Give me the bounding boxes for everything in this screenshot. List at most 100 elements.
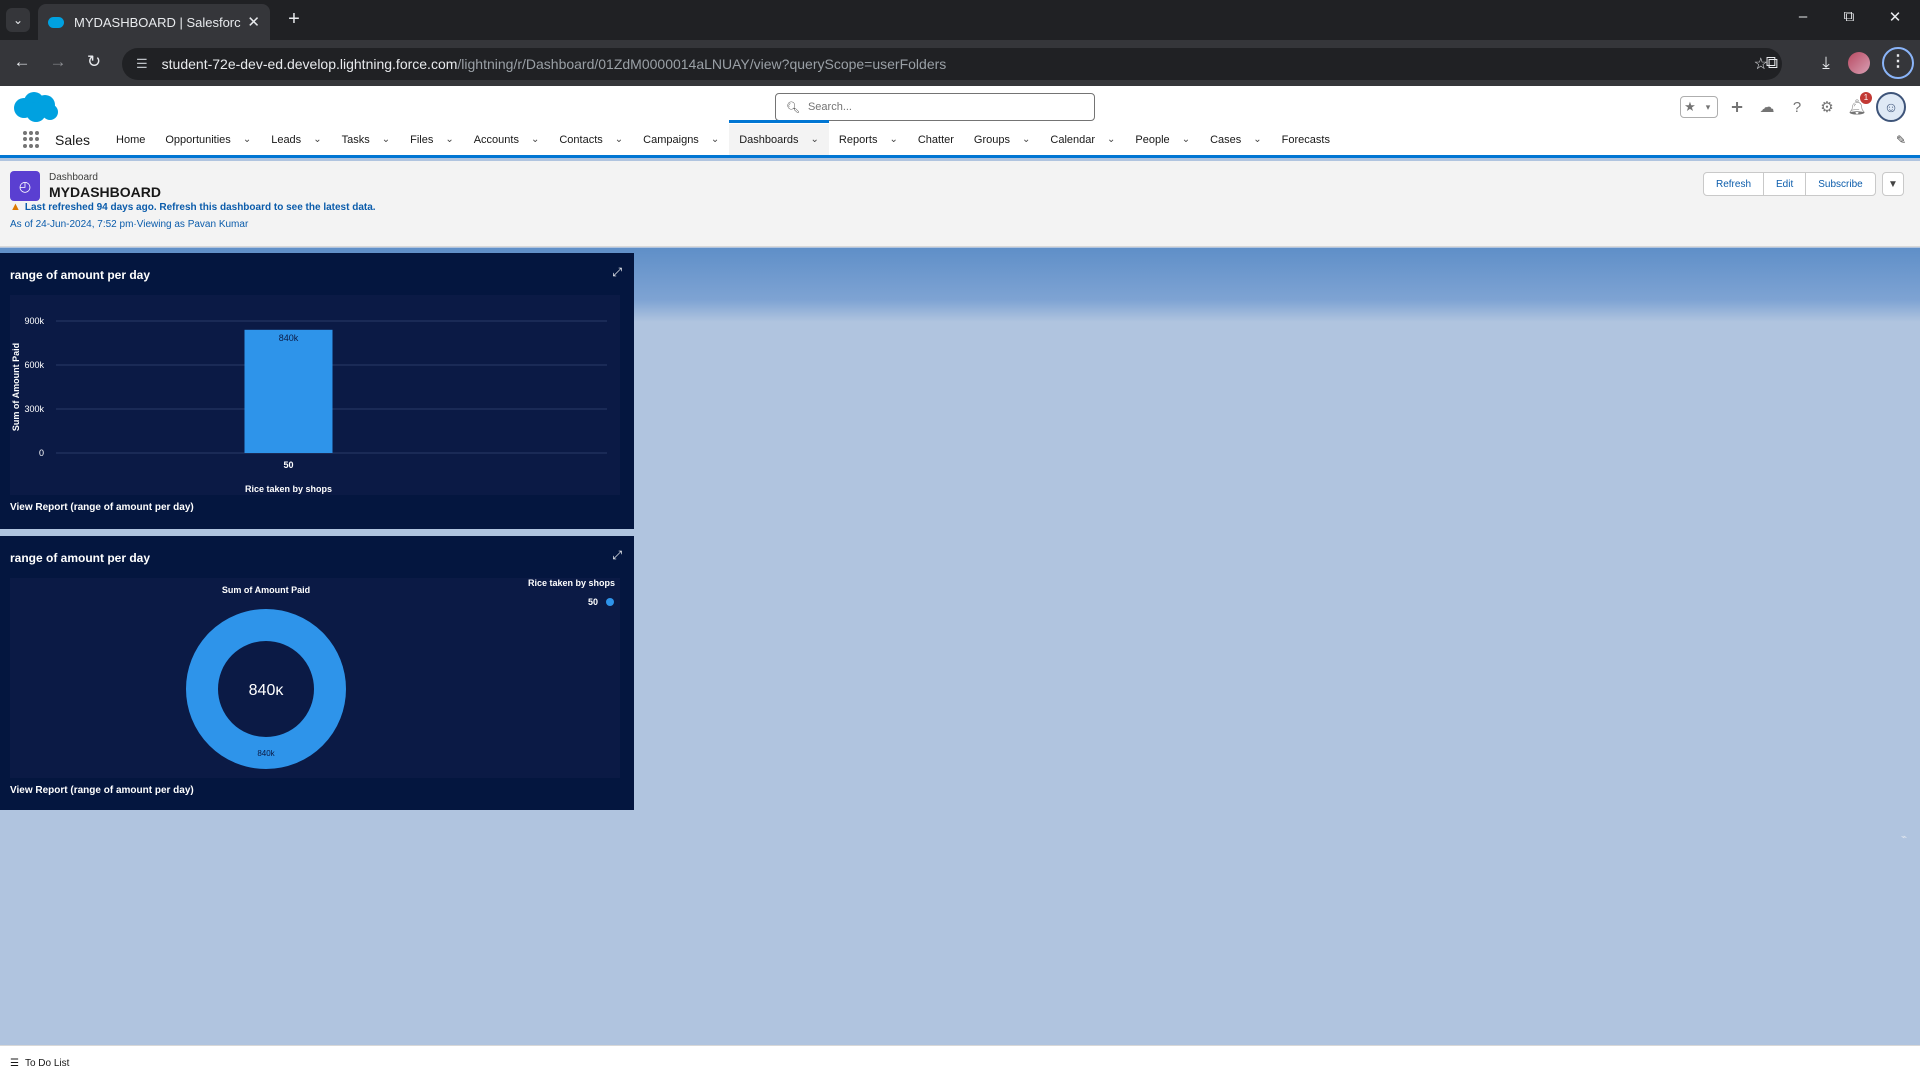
browser-tab-active[interactable]: MYDASHBOARD | Salesforce ✕ <box>38 4 270 40</box>
legend-marker <box>606 598 614 606</box>
browser-menu-button[interactable]: ⋮ <box>1882 47 1914 79</box>
dashboard-widget-bar: range of amount per day ⤢ 0 300k 600k 900k 8… <box>0 253 634 529</box>
view-report-link[interactable]: View Report (range of amount per day) <box>10 785 194 796</box>
nav-item-campaigns[interactable]: Campaigns ⌄ <box>633 124 729 155</box>
donut-chart[interactable]: Sum of Amount Paid 840k 840κ Rice taken by … <box>10 578 620 778</box>
chevron-down-icon[interactable]: ⌄ <box>1022 134 1030 145</box>
nav-item-label: Groups <box>973 133 1010 146</box>
address-bar[interactable]: ☰ student-72e-dev-ed.develop.lightning.f… <box>122 48 1782 80</box>
nav-item-cases[interactable]: Cases ⌄ <box>1200 124 1272 155</box>
chevron-down-icon[interactable]: ⌄ <box>243 134 251 145</box>
global-actions-add-icon[interactable]: ➕︎ <box>1726 99 1748 116</box>
close-window-button[interactable]: ✕ <box>1880 8 1910 26</box>
new-tab-button[interactable]: + <box>282 8 306 32</box>
notifications-bell-icon[interactable]: 🔔︎ 1 <box>1846 92 1872 116</box>
nav-item-contacts[interactable]: Contacts ⌄ <box>549 124 633 155</box>
nav-item-dashboards[interactable]: Dashboards ⌄ <box>729 120 829 155</box>
donut-center-label: 840κ <box>249 682 285 699</box>
restore-window-button[interactable]: ⧉ <box>1834 8 1864 25</box>
nav-item-files[interactable]: Files ⌄ <box>400 124 464 155</box>
minimize-window-button[interactable]: – <box>1788 8 1818 25</box>
nav-item-label: Chatter <box>917 133 954 146</box>
nav-item-label: Calendar <box>1050 133 1096 146</box>
nav-item-home[interactable]: Home <box>106 124 155 155</box>
nav-item-opportunities[interactable]: Opportunities ⌄ <box>155 124 261 155</box>
chevron-down-icon[interactable]: ⌄ <box>889 134 897 145</box>
help-icon[interactable]: ? <box>1786 99 1808 116</box>
nav-items: Home Opportunities ⌄ Leads ⌄ Tasks ⌄ Files ⌄ Acco… <box>106 120 1340 155</box>
trailhead-guide-icon[interactable]: ☁ <box>1756 98 1778 116</box>
nav-item-tasks[interactable]: Tasks ⌄ <box>332 124 401 155</box>
nav-item-label: Forecasts <box>1281 133 1330 146</box>
nav-item-leads[interactable]: Leads ⌄ <box>261 124 331 155</box>
favorites-star-icon[interactable]: ★ <box>1681 97 1699 117</box>
global-search-input[interactable]: 🔍︎ Search... <box>775 93 1095 121</box>
site-info-icon[interactable]: ☰ <box>136 56 148 72</box>
object-type-label: Dashboard <box>49 172 98 183</box>
nav-item-label: Opportunities <box>165 133 231 146</box>
extensions-icon[interactable]: ⧉ <box>1759 51 1785 77</box>
dashboard-widget-donut: range of amount per day ⤢ Sum of Amount … <box>0 536 634 810</box>
nav-item-reports[interactable]: Reports ⌄ <box>829 124 908 155</box>
bar-chart-area[interactable]: 0 300k 600k 900k 840k 50 Rice taken by shops Su… <box>10 295 620 495</box>
back-button[interactable]: ← <box>10 52 34 72</box>
side-panel-handle-icon[interactable]: ⌁ <box>1894 832 1914 850</box>
chevron-down-icon[interactable]: ⌄ <box>1107 134 1115 145</box>
slice-data-label: 840k <box>257 749 275 758</box>
chevron-down-icon[interactable]: ⌄ <box>1253 134 1261 145</box>
nav-item-label: People <box>1135 133 1170 146</box>
donut-chart-area[interactable]: Sum of Amount Paid 840k 840κ Rice taken by … <box>10 578 620 778</box>
chevron-down-icon[interactable]: ⌄ <box>1182 134 1190 145</box>
chevron-down-icon[interactable]: ⌄ <box>615 134 623 145</box>
favorites-button[interactable]: ★ ▾ <box>1680 96 1718 118</box>
search-icon: 🔍︎ <box>786 101 800 114</box>
nav-item-forecasts[interactable]: Forecasts <box>1272 124 1340 155</box>
browser-tabstrip: ⌄ MYDASHBOARD | Salesforce ✕ + – ⧉ ✕ <box>0 0 1920 40</box>
refresh-button[interactable]: Refresh <box>1703 172 1765 196</box>
chevron-down-icon[interactable]: ⌄ <box>811 134 819 145</box>
app-navigation-bar: Sales Home Opportunities ⌄ Leads ⌄ Tasks ⌄ File… <box>0 120 1920 158</box>
legend-title: Rice taken by shops <box>528 578 615 588</box>
nav-item-label: Files <box>410 133 434 146</box>
tab-close-icon[interactable]: ✕ <box>247 13 260 31</box>
subscribe-button[interactable]: Subscribe <box>1805 172 1876 196</box>
forward-button[interactable]: → <box>46 52 70 72</box>
chevron-down-icon[interactable]: ⌄ <box>313 134 321 145</box>
favorites-chevron-down-icon[interactable]: ▾ <box>1699 97 1717 117</box>
chevron-down-icon[interactable]: ⌄ <box>531 134 539 145</box>
tab-title: MYDASHBOARD | Salesforce <box>74 14 242 30</box>
widget-title: range of amount per day <box>10 268 151 282</box>
expand-widget-icon[interactable]: ⤢ <box>612 548 622 563</box>
reload-button[interactable]: ↻ <box>82 52 106 72</box>
x-tick-label: 50 <box>283 460 293 470</box>
expand-widget-icon[interactable]: ⤢ <box>612 265 622 280</box>
nav-item-accounts[interactable]: Accounts ⌄ <box>464 124 550 155</box>
header-utility-icons: ★ ▾ ➕︎ ☁ ? ⚙ 🔔︎ 1 ☺ <box>1680 92 1906 122</box>
setup-gear-icon[interactable]: ⚙ <box>1816 98 1838 116</box>
chart-title: Sum of Amount Paid <box>222 585 310 595</box>
nav-item-calendar[interactable]: Calendar ⌄ <box>1040 124 1125 155</box>
app-launcher-icon[interactable] <box>23 130 41 149</box>
nav-item-groups[interactable]: Groups ⌄ <box>964 124 1040 155</box>
profile-avatar[interactable] <box>1848 52 1870 74</box>
nav-item-people[interactable]: People ⌄ <box>1125 124 1200 155</box>
user-avatar[interactable]: ☺ <box>1876 92 1906 122</box>
more-actions-chevron-down-icon[interactable]: ▼ <box>1882 172 1904 196</box>
nav-item-chatter[interactable]: Chatter <box>908 124 964 155</box>
page-title: MYDASHBOARD <box>49 184 161 200</box>
downloads-icon[interactable]: ⤓ <box>1813 51 1839 77</box>
view-report-link[interactable]: View Report (range of amount per day) <box>10 502 194 513</box>
salesforce-cloud-logo[interactable] <box>10 90 60 124</box>
todo-list-button[interactable]: To Do List <box>25 1058 69 1069</box>
bar-chart[interactable]: 0 300k 600k 900k 840k 50 Rice taken by shops Su… <box>10 295 620 495</box>
chevron-down-icon[interactable]: ⌄ <box>382 134 390 145</box>
edit-nav-pencil-icon[interactable]: ✎ <box>1896 133 1906 147</box>
refresh-warning-text[interactable]: Last refreshed 94 days ago. Refresh this… <box>25 202 376 213</box>
bar <box>244 329 333 453</box>
as-of-timestamp: As of 24-Jun-2024, 7:52 pm·Viewing as Pa… <box>10 219 249 230</box>
tab-search-button[interactable]: ⌄ <box>6 8 30 32</box>
chevron-down-icon[interactable]: ⌄ <box>711 134 719 145</box>
nav-item-label: Home <box>116 133 146 146</box>
edit-button[interactable]: Edit <box>1763 172 1807 196</box>
chevron-down-icon[interactable]: ⌄ <box>445 134 453 145</box>
